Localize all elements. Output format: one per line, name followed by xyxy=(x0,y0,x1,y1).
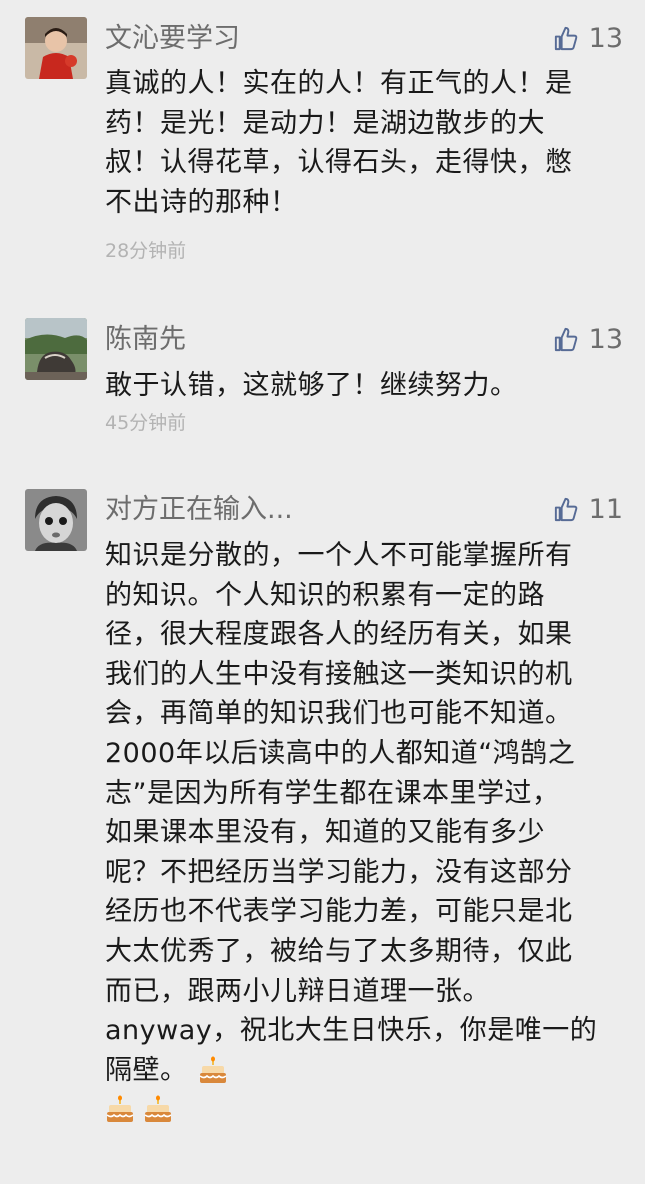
comment-line: 会，再简单的知识我们也可能不知道。 xyxy=(105,698,573,730)
commenter-name[interactable]: 陈南先 xyxy=(105,322,186,358)
comment-line: 如果课本里没有，知道的又能有多少 xyxy=(105,817,545,849)
comment-line: 药！是光！是动力！是湖边散步的大 xyxy=(105,107,545,139)
commenter-name[interactable]: 文沁要学习 xyxy=(105,21,240,57)
comment-time: 28分钟前 xyxy=(105,240,187,262)
rock-landscape-avatar xyxy=(25,318,87,380)
comment-line: 2000年以后读高中的人都知道“鸿鹄之 xyxy=(105,737,576,769)
comment-line-with-emoji: 隔壁。 xyxy=(105,1051,625,1091)
boy-portrait-avatar xyxy=(25,489,87,551)
comment-line: 知识是分散的，一个人不可能掌握所有 xyxy=(105,540,573,571)
comment-body: 知识是分散的，一个人不可能掌握所有 的知识。个人知识的积累有一定的路 径，很大程… xyxy=(105,536,625,1130)
comment-item: 文沁要学习 13 真诚的人！实在的人！有正气的人！是 药！是光！是动力！是湖边散… xyxy=(0,0,645,290)
birthday-cake-icon xyxy=(106,1095,134,1123)
comment-time: 45分钟前 xyxy=(105,412,187,434)
like-button[interactable]: 11 xyxy=(552,491,623,527)
comment-body: 真诚的人！实在的人！有正气的人！是 药！是光！是动力！是湖边散步的大 叔！认得花… xyxy=(105,64,625,222)
like-button[interactable]: 13 xyxy=(552,20,623,56)
birthday-cake-icon xyxy=(199,1056,226,1083)
comment-line: 大太优秀了，被给与了太多期待，仅此 xyxy=(105,935,573,967)
comment-line: 敢于认错，这就够了！继续努力。 xyxy=(105,370,518,401)
comment-line: 我们的人生中没有接触这一类知识的机 xyxy=(105,658,573,690)
like-count: 13 xyxy=(588,323,623,355)
comment-line: 叔！认得花草，认得石头，走得快，憋 xyxy=(105,147,573,179)
like-count: 13 xyxy=(588,22,623,54)
comment-line: 经历也不代表学习能力差，可能只是北 xyxy=(105,896,573,928)
comment-line: 呢？不把经历当学习能力，没有这部分 xyxy=(105,856,573,888)
commenter-name[interactable]: 对方正在输入... xyxy=(105,492,293,528)
like-button[interactable]: 13 xyxy=(552,321,623,357)
child-in-red-avatar xyxy=(25,17,87,79)
comment-line: 的知识。个人知识的积累有一定的路 xyxy=(105,579,545,611)
comment-line: anyway，祝北大生日快乐，你是唯一的 xyxy=(105,1015,598,1047)
comment-line: 不出诗的那种！ xyxy=(105,186,298,218)
comment-line: 隔壁。 xyxy=(105,1054,188,1086)
emoji-line xyxy=(105,1090,625,1130)
user-avatar[interactable] xyxy=(25,489,87,551)
comment-line: 而已，跟两小儿辩日道理一张。 xyxy=(105,975,490,1007)
user-avatar[interactable] xyxy=(25,17,87,79)
birthday-cake-icon xyxy=(144,1095,172,1123)
thumbs-up-icon xyxy=(554,327,577,351)
thumbs-up-icon xyxy=(554,497,577,521)
comment-body: 敢于认错，这就够了！继续努力。 xyxy=(105,366,625,406)
comment-line: 真诚的人！实在的人！有正气的人！是 xyxy=(105,68,573,99)
like-count: 11 xyxy=(588,493,623,525)
user-avatar[interactable] xyxy=(25,318,87,380)
comment-line: 径，很大程度跟各人的经历有关，如果 xyxy=(105,619,573,651)
comment-line: 志”是因为所有学生都在课本里学过， xyxy=(105,777,560,809)
thumbs-up-icon xyxy=(554,26,577,50)
